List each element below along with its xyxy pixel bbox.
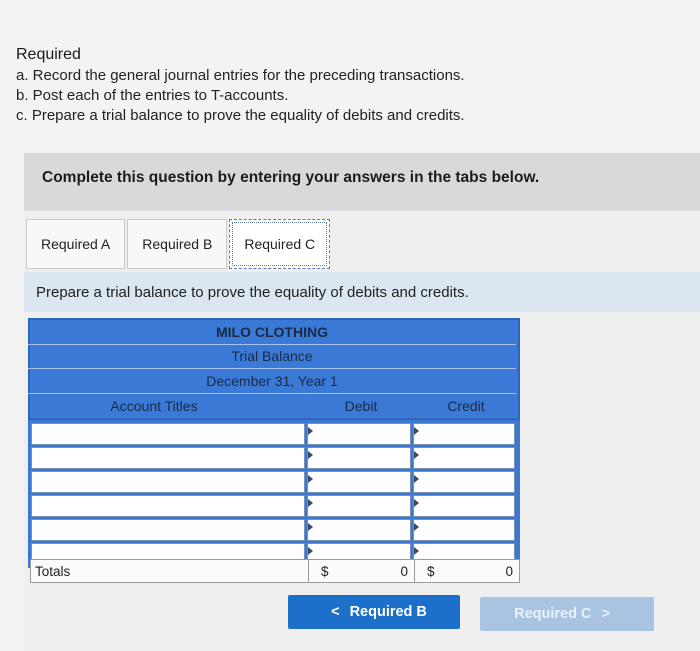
instruction-text: Prepare a trial balance to prove the equ… bbox=[36, 284, 469, 301]
debit-currency-symbol: $ bbox=[321, 563, 329, 579]
requirement-c: c. Prepare a trial balance to prove the … bbox=[16, 107, 465, 124]
account-title-input[interactable] bbox=[31, 446, 305, 469]
dropdown-marker-icon bbox=[308, 546, 313, 555]
statement-title: Trial Balance bbox=[28, 345, 516, 369]
account-title-input[interactable] bbox=[31, 470, 305, 493]
statement-date: December 31, Year 1 bbox=[28, 369, 516, 394]
trial-balance-table: MILO CLOTHING Trial Balance December 31,… bbox=[28, 318, 520, 568]
chevron-left-icon: < bbox=[331, 604, 340, 620]
credit-input[interactable] bbox=[413, 422, 515, 445]
table-row bbox=[30, 494, 518, 518]
dropdown-marker-icon bbox=[308, 522, 313, 531]
dropdown-marker-icon bbox=[414, 426, 419, 435]
debit-input[interactable] bbox=[307, 470, 411, 493]
debit-input[interactable] bbox=[307, 494, 411, 517]
previous-button-label: Required B bbox=[349, 604, 427, 620]
next-required-c-button: Required C > bbox=[480, 597, 654, 631]
trial-balance-header: MILO CLOTHING Trial Balance December 31,… bbox=[28, 318, 520, 420]
credit-input[interactable] bbox=[413, 446, 515, 469]
table-row bbox=[30, 518, 518, 542]
dropdown-marker-icon bbox=[308, 450, 313, 459]
total-debit: $ 0 bbox=[309, 560, 415, 582]
dropdown-marker-icon bbox=[414, 546, 419, 555]
account-title-input[interactable] bbox=[31, 518, 305, 541]
account-title-input[interactable] bbox=[31, 422, 305, 445]
account-title-input[interactable] bbox=[31, 494, 305, 517]
trial-balance-body bbox=[28, 419, 520, 568]
total-credit: $ 0 bbox=[415, 560, 519, 582]
table-row bbox=[30, 470, 518, 494]
debit-input[interactable] bbox=[307, 518, 411, 541]
instruction-bar: Prepare a trial balance to prove the equ… bbox=[24, 272, 700, 312]
credit-input[interactable] bbox=[413, 518, 515, 541]
table-row bbox=[30, 446, 518, 470]
dropdown-marker-icon bbox=[308, 474, 313, 483]
dropdown-marker-icon bbox=[414, 522, 419, 531]
total-debit-value: 0 bbox=[400, 563, 408, 579]
totals-row: Totals $ 0 $ 0 bbox=[30, 559, 520, 583]
requirement-b: b. Post each of the entries to T-account… bbox=[16, 87, 289, 104]
dropdown-marker-icon bbox=[414, 474, 419, 483]
credit-currency-symbol: $ bbox=[427, 563, 435, 579]
dropdown-marker-icon bbox=[308, 498, 313, 507]
debit-input[interactable] bbox=[307, 422, 411, 445]
tab-required-a[interactable]: Required A bbox=[26, 219, 126, 269]
requirements-block: Required a. Record the general journal e… bbox=[16, 46, 465, 126]
column-header-debit: Debit bbox=[344, 397, 378, 414]
previous-required-b-button[interactable]: < Required B bbox=[288, 595, 460, 629]
banner-text: Complete this question by entering your … bbox=[42, 169, 540, 186]
total-credit-value: 0 bbox=[505, 563, 513, 579]
tab-required-b[interactable]: Required B bbox=[127, 219, 228, 269]
requirements-title: Required bbox=[16, 46, 81, 63]
instructions-banner: Complete this question by entering your … bbox=[24, 153, 700, 211]
totals-label: Totals bbox=[31, 560, 309, 582]
column-headers: Account Titles Debit Credit bbox=[30, 394, 518, 418]
next-button-label: Required C bbox=[514, 606, 592, 622]
debit-input[interactable] bbox=[307, 446, 411, 469]
column-header-credit: Credit bbox=[447, 397, 485, 414]
tab-strip: Required A Required B Required C bbox=[26, 219, 332, 269]
chevron-right-icon: > bbox=[601, 606, 610, 622]
dropdown-marker-icon bbox=[414, 498, 419, 507]
credit-input[interactable] bbox=[413, 494, 515, 517]
dropdown-marker-icon bbox=[414, 450, 419, 459]
tab-required-c[interactable]: Required C bbox=[229, 219, 331, 269]
credit-input[interactable] bbox=[413, 470, 515, 493]
requirement-a: a. Record the general journal entries fo… bbox=[16, 67, 465, 84]
column-header-account: Account Titles bbox=[110, 397, 198, 414]
table-row bbox=[30, 422, 518, 446]
company-name: MILO CLOTHING bbox=[28, 320, 516, 345]
dropdown-marker-icon bbox=[308, 426, 313, 435]
